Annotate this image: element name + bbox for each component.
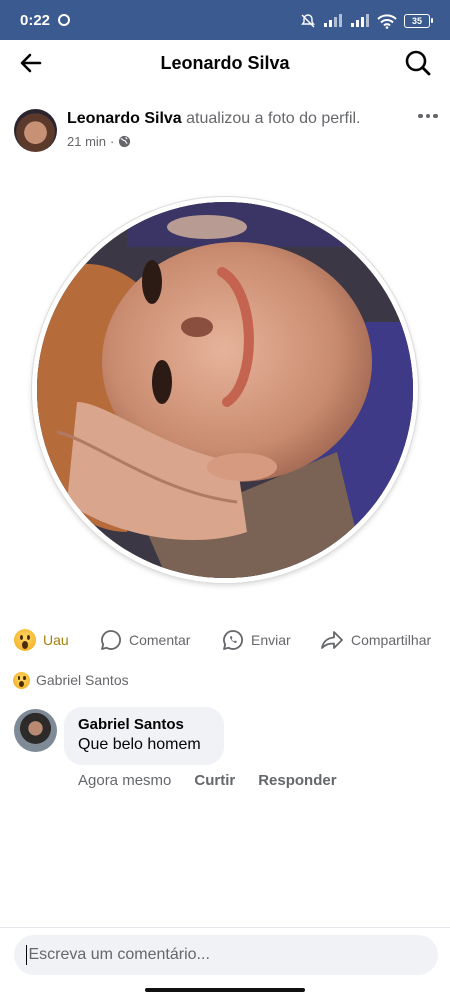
meta-separator: · bbox=[110, 134, 115, 149]
wifi-icon bbox=[377, 13, 397, 29]
status-indicators: 35 bbox=[300, 11, 433, 31]
post-actions: Uau Comentar Enviar Compartilhar bbox=[0, 624, 450, 656]
send-whatsapp-button[interactable]: Enviar bbox=[222, 624, 291, 656]
status-time: 0:22 bbox=[20, 12, 51, 29]
reaction-label: Uau bbox=[43, 632, 69, 648]
reaction-button[interactable]: Uau bbox=[14, 624, 69, 656]
post-header: Leonardo Silva atualizou a foto do perfi… bbox=[14, 107, 439, 153]
battery-level: 35 bbox=[411, 16, 422, 26]
profile-photo-frame bbox=[32, 197, 418, 583]
globe-icon bbox=[119, 135, 131, 148]
comment-meta: Agora mesmo Curtir Responder bbox=[78, 772, 337, 789]
comment-author[interactable]: Gabriel Santos bbox=[78, 716, 210, 733]
top-bar: Leonardo Silva bbox=[0, 40, 450, 86]
mute-icon bbox=[301, 14, 315, 28]
signal-icon bbox=[351, 14, 369, 27]
comment-label: Comentar bbox=[129, 632, 191, 648]
battery-icon: 35 bbox=[404, 14, 433, 28]
status-bar: 0:22 35 bbox=[0, 0, 450, 40]
post-meta: 21 min · bbox=[67, 134, 131, 149]
comment-text: Que belo homem bbox=[78, 736, 201, 753]
send-label: Enviar bbox=[251, 632, 291, 648]
signal-icon bbox=[324, 14, 342, 27]
page-title: Leonardo Silva bbox=[160, 53, 290, 73]
commenter-avatar[interactable] bbox=[14, 709, 57, 752]
search-icon[interactable] bbox=[404, 49, 432, 77]
author-name[interactable]: Leonardo Silva bbox=[67, 110, 182, 127]
post-headline: Leonardo Silva atualizou a foto do perfi… bbox=[67, 110, 361, 128]
share-label: Compartilhar bbox=[351, 632, 432, 648]
comment-composer[interactable] bbox=[14, 935, 438, 975]
share-button[interactable]: Compartilhar bbox=[320, 624, 431, 656]
comment-input[interactable] bbox=[28, 946, 426, 964]
post-time[interactable]: 21 min bbox=[67, 134, 106, 149]
reactions-summary[interactable]: Gabriel Santos bbox=[13, 670, 129, 690]
wow-emoji-icon bbox=[13, 671, 30, 689]
comment-button[interactable]: Comentar bbox=[100, 624, 190, 656]
author-avatar[interactable] bbox=[14, 109, 57, 152]
profile-photo[interactable] bbox=[37, 202, 413, 578]
composer-divider bbox=[0, 927, 450, 928]
wow-emoji-icon bbox=[14, 629, 36, 651]
comment-time: Agora mesmo bbox=[78, 772, 172, 789]
reactions-names: Gabriel Santos bbox=[36, 672, 129, 688]
text-caret bbox=[26, 945, 28, 965]
share-arrow-icon bbox=[321, 631, 343, 649]
comment-bubble-icon bbox=[101, 630, 121, 650]
home-indicator[interactable] bbox=[145, 988, 305, 992]
more-horizontal-icon[interactable] bbox=[417, 109, 439, 123]
whatsapp-icon bbox=[223, 630, 243, 650]
post-action-text: atualizou a foto do perfil. bbox=[186, 110, 361, 127]
reply-comment-button[interactable]: Responder bbox=[258, 772, 336, 789]
threads-notification-icon bbox=[58, 14, 70, 26]
like-comment-button[interactable]: Curtir bbox=[194, 772, 235, 789]
comment-bubble[interactable]: Gabriel Santos Que belo homem bbox=[64, 707, 224, 765]
